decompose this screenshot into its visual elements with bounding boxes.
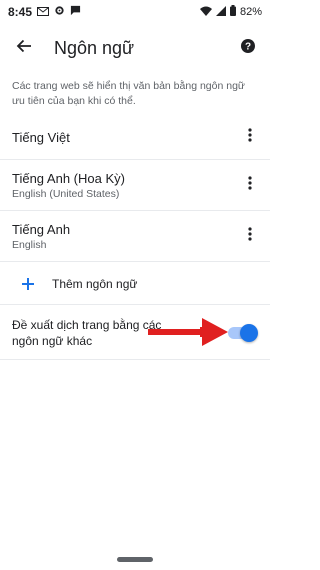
add-language-label: Thêm ngôn ngữ [52,276,138,291]
status-time: 8:45 [8,5,33,19]
list-item-language[interactable]: Tiếng Việt [0,116,270,160]
language-native-name: English (United States) [12,188,120,200]
mail-icon [37,5,50,19]
language-name: Tiếng Anh (Hoa Kỳ) [12,171,125,186]
home-gesture-pill[interactable] [117,556,153,562]
more-options-button[interactable] [244,175,256,197]
svg-text:?: ? [245,41,251,52]
arrow-back-icon [16,38,32,59]
plus-icon [18,274,38,294]
more-options-button[interactable] [244,226,256,248]
gesture-nav-bar [0,548,270,570]
battery-percent: 82% [239,6,262,18]
offer-translate-toggle[interactable] [228,324,258,342]
red-arrow-icon [148,318,228,346]
page-title: Ngôn ngữ [54,37,135,58]
toggle-thumb [240,324,258,342]
help-button[interactable]: ? [234,34,262,62]
add-language-button[interactable]: Thêm ngôn ngữ [0,263,270,305]
list-item-language[interactable]: Tiếng Anh (Hoa Kỳ) English (United State… [0,161,270,211]
language-name: Tiếng Anh [12,222,71,237]
language-native-name: English [12,239,47,251]
more-vert-icon [248,176,252,195]
status-bar: 8:45 82% [0,0,270,24]
more-vert-icon [248,227,252,246]
signal-icon [215,5,226,19]
back-button[interactable] [4,28,44,68]
more-vert-icon [248,128,252,147]
chat-icon [70,5,81,19]
help-icon: ? [241,38,255,58]
gear-icon [54,5,65,19]
description-text: Các trang web sẽ hiển thị văn bản bằng n… [12,80,245,107]
app-bar: Ngôn ngữ ? [0,24,270,72]
language-name: Tiếng Việt [12,130,70,145]
list-item-language[interactable]: Tiếng Anh English [0,212,270,262]
wifi-icon [199,5,212,19]
battery-icon [229,5,236,19]
more-options-button[interactable] [244,127,256,149]
